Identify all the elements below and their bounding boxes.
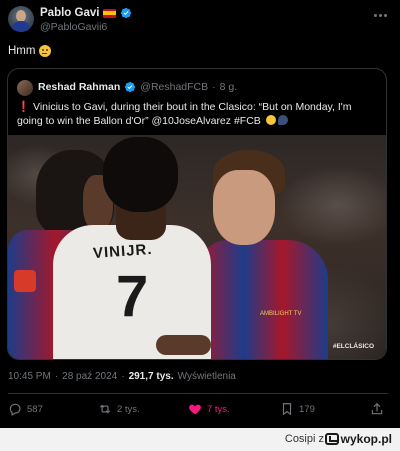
- author-display-name[interactable]: Pablo Gavi: [40, 7, 99, 19]
- tweet-text: Hmm: [8, 45, 52, 57]
- wykop-logo-icon: [324, 433, 339, 445]
- author-name-row: Pablo Gavi: [40, 7, 132, 19]
- repost-count: 2 tys.: [117, 403, 140, 415]
- meta-separator: ·: [121, 371, 125, 382]
- reply-icon: [9, 403, 21, 416]
- sponsor-text: AMBILIGHT TV: [260, 311, 302, 317]
- player-right: [198, 240, 328, 359]
- quoted-tweet[interactable]: Reshad Rahman @ReshadFCB · 8 g. ❗ Vinici…: [7, 68, 387, 360]
- share-icon: [371, 402, 383, 415]
- verified-badge-icon: [125, 81, 136, 93]
- heart-icon: [189, 404, 201, 415]
- quote-author-handle[interactable]: @ReshadFCB: [140, 81, 208, 93]
- exclamation-emoji: ❗: [17, 101, 31, 113]
- author-avatar[interactable]: [8, 6, 34, 32]
- reply-button[interactable]: 587: [8, 402, 43, 416]
- views-label: Wyświetlenia: [177, 371, 236, 382]
- speaking-head-emoji: [277, 115, 288, 125]
- tweet-time[interactable]: 10:45 PM: [8, 371, 51, 382]
- author-handle[interactable]: @PabloGavii6: [40, 21, 107, 33]
- more-options-icon[interactable]: [372, 10, 388, 20]
- verified-badge-icon: [121, 7, 132, 19]
- tweet: Pablo Gavi @PabloGavii6 Hmm Reshad Rahma…: [0, 0, 400, 428]
- repost-icon: [99, 404, 111, 414]
- quote-text-content: Vinicius to Gavi, during their bout in t…: [17, 101, 352, 127]
- like-button[interactable]: 7 tys.: [188, 402, 230, 416]
- tweet-meta: 10:45 PM · 28 paź 2024 · 291,7 tys. Wyśw…: [8, 371, 236, 382]
- spain-flag-emoji: [103, 8, 117, 18]
- quote-text: ❗ Vinicius to Gavi, during their bout in…: [17, 100, 379, 128]
- wykop-logo[interactable]: wykop.pl: [324, 432, 392, 446]
- quote-photo[interactable]: AMBILIGHT TV VINIJR. 7 #ELCLÁSICO: [8, 135, 386, 359]
- bookmark-count: 179: [299, 403, 315, 415]
- quote-time[interactable]: 8 g.: [220, 81, 238, 93]
- views-count: 291,7 tys.: [128, 371, 174, 382]
- bookmark-icon: [282, 403, 292, 416]
- tweet-date[interactable]: 28 paź 2024: [62, 371, 117, 382]
- repost-button[interactable]: 2 tys.: [98, 402, 140, 416]
- wykop-footer: Cosipi z wykop.pl: [0, 428, 400, 451]
- meta-separator: ·: [54, 371, 59, 382]
- quote-header: Reshad Rahman @ReshadFCB · 8 g.: [38, 81, 237, 93]
- wykop-brand: wykop.pl: [340, 432, 392, 446]
- quote-separator: ·: [212, 81, 216, 93]
- reply-count: 587: [27, 403, 43, 415]
- share-button[interactable]: [370, 402, 384, 416]
- quote-author-name[interactable]: Reshad Rahman: [38, 81, 120, 93]
- bookmark-button[interactable]: 179: [280, 402, 315, 416]
- face-with-raised-eyebrow-emoji: [39, 45, 52, 57]
- quote-author-avatar[interactable]: [17, 80, 33, 96]
- photo-watermark: #ELCLÁSICO: [332, 343, 374, 350]
- action-bar: 587 2 tys. 7 tys. 179: [0, 400, 400, 420]
- shirt-number: 7: [116, 264, 149, 329]
- divider: [8, 393, 388, 394]
- like-count: 7 tys.: [207, 403, 230, 415]
- soccer-ball-emoji: [265, 115, 276, 125]
- tweet-text-content: Hmm: [8, 45, 36, 57]
- footer-credit: Cosipi z: [284, 433, 324, 445]
